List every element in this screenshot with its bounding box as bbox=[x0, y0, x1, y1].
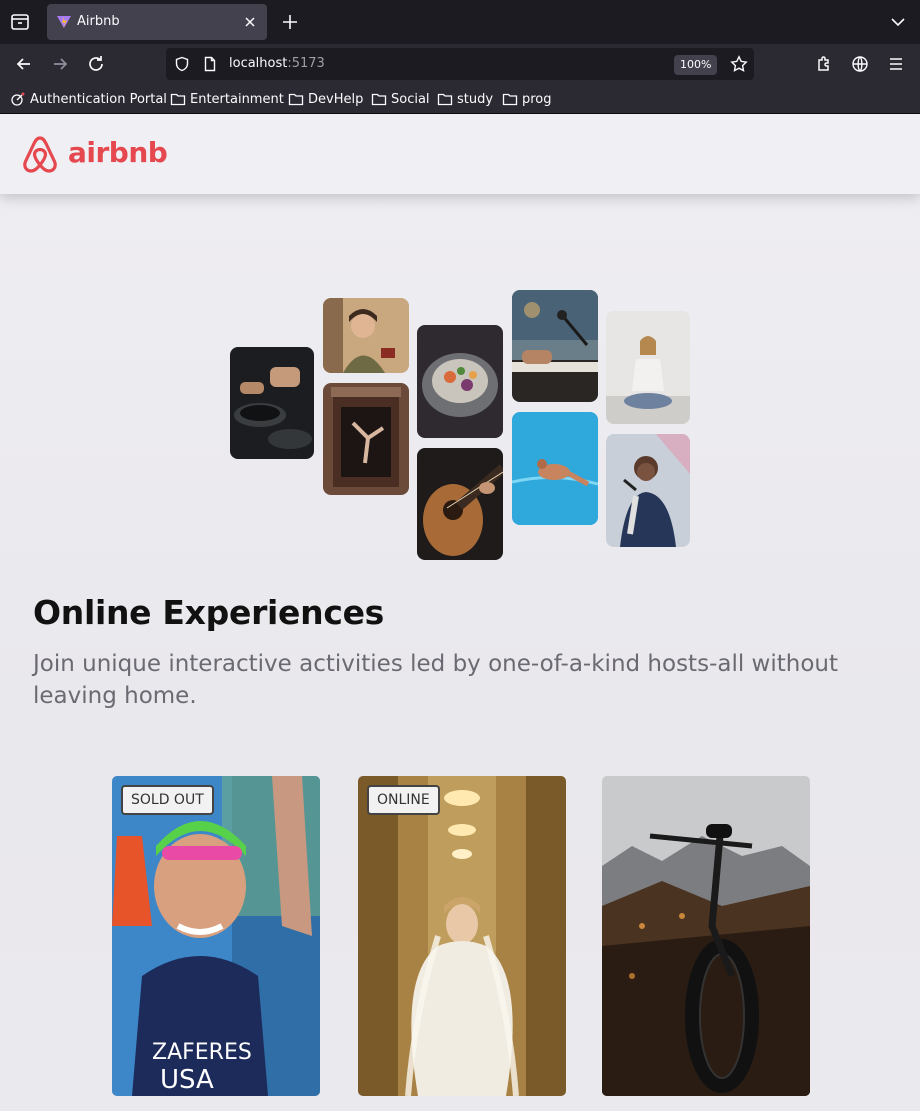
status-badge: SOLD OUT bbox=[121, 785, 214, 815]
url-port: :5173 bbox=[287, 56, 325, 71]
folder-icon bbox=[288, 93, 304, 106]
tab-overview-icon[interactable] bbox=[8, 10, 32, 34]
card-photo-bride bbox=[358, 776, 566, 1096]
hero-photo-cooking bbox=[230, 347, 314, 459]
hero-photo-yoga bbox=[606, 311, 690, 424]
hero-photo-piano-mic bbox=[512, 290, 598, 402]
bookmark-folder-entertainment[interactable]: Entertainment bbox=[170, 90, 284, 108]
bookmark-folder-social[interactable]: Social bbox=[371, 90, 430, 108]
bookmark-label: study bbox=[457, 91, 494, 107]
hero-photo-chef-woman bbox=[323, 298, 409, 373]
page-viewport: airbnb Online Experiences Join unique in… bbox=[0, 114, 920, 1111]
bookmark-label: DevHelp bbox=[308, 91, 364, 107]
zoom-level-badge[interactable]: 100% bbox=[674, 55, 718, 75]
bookmark-folder-prog[interactable]: prog bbox=[502, 90, 552, 108]
tab-title: Airbnb bbox=[77, 14, 120, 29]
forward-icon[interactable] bbox=[50, 54, 70, 74]
bookmark-label: Authentication Portal bbox=[30, 91, 167, 107]
bookmarks-toolbar: Authentication Portal Entertainment DevH… bbox=[0, 84, 920, 114]
bookmark-folder-devhelp[interactable]: DevHelp bbox=[288, 90, 363, 108]
bookmark-label: prog bbox=[522, 91, 552, 107]
logo-text[interactable]: airbnb bbox=[68, 136, 168, 169]
url-host: localhost bbox=[229, 56, 288, 71]
hero-photo-guitar bbox=[417, 448, 503, 560]
extensions-icon[interactable] bbox=[814, 54, 834, 74]
bookmark-folder-study[interactable]: study bbox=[437, 90, 493, 108]
svg-text:ZAFERES: ZAFERES bbox=[152, 1040, 252, 1065]
globe-icon[interactable] bbox=[850, 54, 870, 74]
card-photo-swimmer: ZAFERES USA bbox=[112, 776, 320, 1096]
bookmark-authentication-portal[interactable]: Authentication Portal bbox=[10, 90, 167, 108]
hero-photo-singer bbox=[606, 434, 690, 547]
hero-photo-swimmer bbox=[512, 412, 598, 525]
browser-nav-bar: localhost:5173 100% bbox=[0, 44, 920, 84]
portal-icon bbox=[11, 92, 25, 106]
hero-photo-food-bowl bbox=[417, 325, 503, 438]
hero-photo-dancer-door bbox=[323, 383, 409, 495]
reload-icon[interactable] bbox=[86, 54, 106, 74]
menu-icon[interactable] bbox=[886, 54, 906, 74]
hero-title: Online Experiences bbox=[33, 593, 385, 632]
airbnb-logo-icon[interactable] bbox=[20, 134, 60, 174]
bookmark-label: Entertainment bbox=[190, 91, 284, 107]
experience-card[interactable]: ZAFERES USA SOLD OUT bbox=[112, 776, 320, 1096]
shield-icon[interactable] bbox=[174, 56, 190, 72]
folder-icon bbox=[170, 93, 186, 106]
card-photo-mountain-bike bbox=[602, 776, 810, 1096]
address-bar[interactable]: localhost:5173 100% bbox=[166, 48, 754, 80]
folder-icon bbox=[502, 93, 518, 106]
folder-icon bbox=[437, 93, 453, 106]
status-badge: ONLINE bbox=[367, 785, 440, 815]
url-text: localhost:5173 bbox=[229, 56, 325, 71]
vite-favicon-icon bbox=[56, 14, 72, 30]
bookmark-star-icon[interactable] bbox=[730, 55, 748, 73]
bookmark-label: Social bbox=[391, 91, 430, 107]
browser-tab[interactable]: Airbnb bbox=[47, 4, 267, 40]
chevron-down-icon[interactable] bbox=[888, 12, 908, 32]
new-tab-icon[interactable] bbox=[280, 12, 300, 32]
browser-tab-bar: Airbnb bbox=[0, 0, 920, 44]
experience-card[interactable]: ONLINE bbox=[358, 776, 566, 1096]
folder-icon bbox=[371, 93, 387, 106]
experience-card[interactable] bbox=[602, 776, 810, 1096]
svg-text:USA: USA bbox=[160, 1065, 214, 1095]
close-tab-icon[interactable] bbox=[241, 13, 259, 31]
hero-subtitle: Join unique interactive activities led b… bbox=[33, 651, 839, 709]
back-icon[interactable] bbox=[14, 54, 34, 74]
site-header: airbnb bbox=[0, 114, 920, 194]
page-icon[interactable] bbox=[202, 56, 218, 72]
